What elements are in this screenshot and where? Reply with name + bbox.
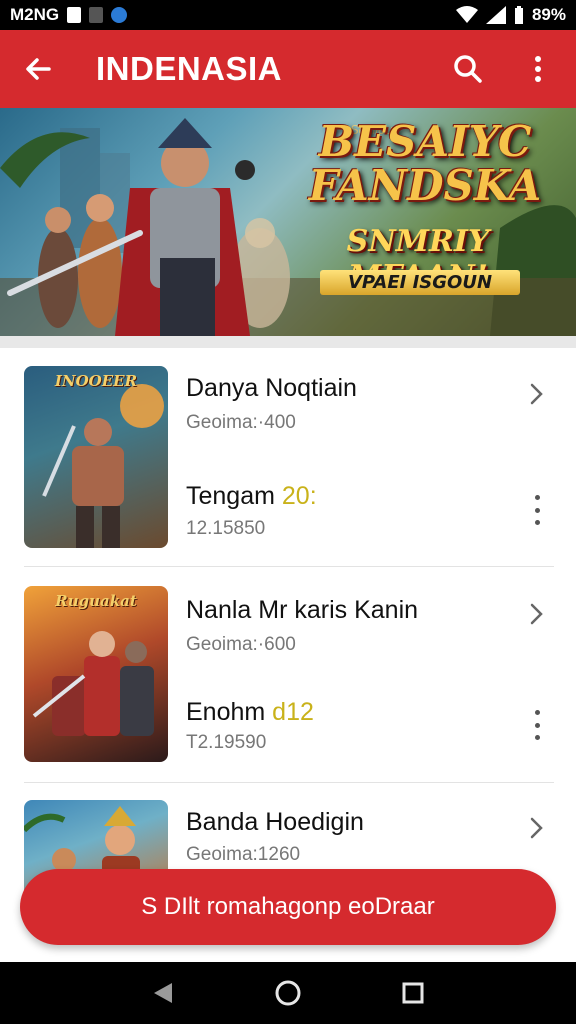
- more-options-button[interactable]: [518, 49, 558, 89]
- game-submeta: 12.15850: [186, 518, 266, 539]
- kebab-dot: [534, 735, 540, 740]
- game-meta: Geoima:·400: [186, 412, 296, 433]
- game-subtitle: Enohm d12: [186, 698, 314, 727]
- game-submeta: T2.19590: [186, 732, 267, 753]
- app-actions: [448, 49, 558, 89]
- kebab-dot: [534, 495, 540, 500]
- thumbnail-art: [42, 384, 164, 548]
- chevron-right-icon[interactable]: [524, 382, 548, 406]
- battery-percent: 89%: [531, 5, 566, 24]
- featured-banner[interactable]: Scallour BESAIYC FANDSKA SNMRIY MFAAN! V…: [0, 108, 576, 336]
- item-more-button[interactable]: [530, 495, 544, 525]
- game-meta: Geoima:1260: [186, 844, 301, 865]
- search-icon: [454, 55, 482, 83]
- list-separator: [24, 566, 554, 567]
- subtitle-accent: 20:: [281, 482, 317, 510]
- back-button[interactable]: [18, 49, 58, 89]
- chevron-right-icon[interactable]: [524, 602, 548, 626]
- nav-home-button[interactable]: [268, 973, 308, 1013]
- system-nav-bar: [0, 962, 576, 1024]
- nav-recents-button[interactable]: [393, 973, 433, 1013]
- battery-icon: [514, 6, 523, 24]
- app-title: INDENASIA: [96, 50, 283, 87]
- list-item[interactable]: INOOEER Danya Noqtiain Geoima:·400 Tenga…: [0, 348, 576, 567]
- game-title: Danya Noqtiain: [186, 374, 357, 402]
- thumbnail-label: Ruguakat: [55, 592, 137, 610]
- game-thumbnail[interactable]: Ruguakat: [24, 586, 168, 762]
- subtitle-text: Tengam: [186, 482, 275, 510]
- notification-app-icon: [111, 7, 128, 23]
- kebab-dot: [534, 507, 540, 513]
- more-vert-icon: [535, 56, 541, 82]
- arrow-left-icon: [26, 58, 51, 80]
- wifi-icon: [455, 6, 478, 23]
- game-title: Nanla Mr karis Kanin: [186, 596, 419, 624]
- item-more-button[interactable]: [530, 710, 544, 740]
- kebab-dot: [534, 722, 540, 728]
- primary-action-button[interactable]: S DIlt romahagonp eoDraar: [20, 869, 556, 945]
- section-divider: [0, 336, 576, 348]
- banner-badge: VPAEI ISGOUN: [320, 270, 520, 295]
- status-right: 89%: [455, 5, 566, 25]
- circle-home-icon: [275, 980, 301, 1006]
- status-time: M2NG: [10, 5, 60, 24]
- chevron-right-icon[interactable]: [524, 816, 548, 840]
- signal-icon: [485, 6, 506, 24]
- game-meta: Geoima:·600: [186, 634, 296, 655]
- triangle-back-icon: [153, 983, 172, 1003]
- game-subtitle: Tengam 20:: [186, 482, 317, 511]
- kebab-dot: [534, 710, 540, 715]
- list-separator: [24, 782, 554, 783]
- thumbnail-art: [32, 631, 154, 736]
- square-recents-icon: [402, 982, 424, 1004]
- list-item[interactable]: Ruguakat Nanla Mr karis Kanin Geoima:·60…: [0, 568, 576, 783]
- thumbnail-label: INOOEER: [54, 372, 138, 390]
- subtitle-accent: d12: [272, 698, 314, 726]
- app-bar: INDENASIA: [0, 30, 576, 108]
- status-bar: M2NG 89%: [0, 0, 576, 30]
- banner-title-line1: BESAIYC: [318, 117, 532, 166]
- banner-title-line2: FANDSKA: [308, 161, 542, 210]
- search-button[interactable]: [448, 49, 488, 89]
- subtitle-text: Enohm: [186, 698, 273, 726]
- game-thumbnail[interactable]: INOOEER: [24, 366, 168, 548]
- kebab-dot: [534, 520, 540, 525]
- banner-title: BESAIYC FANDSKA: [290, 120, 560, 208]
- nav-back-button[interactable]: [143, 973, 183, 1013]
- game-title: Banda Hoedigin: [186, 808, 364, 836]
- status-left: M2NG: [10, 5, 128, 25]
- notification-square-icon: [89, 7, 104, 23]
- notification-b-icon: [67, 7, 82, 23]
